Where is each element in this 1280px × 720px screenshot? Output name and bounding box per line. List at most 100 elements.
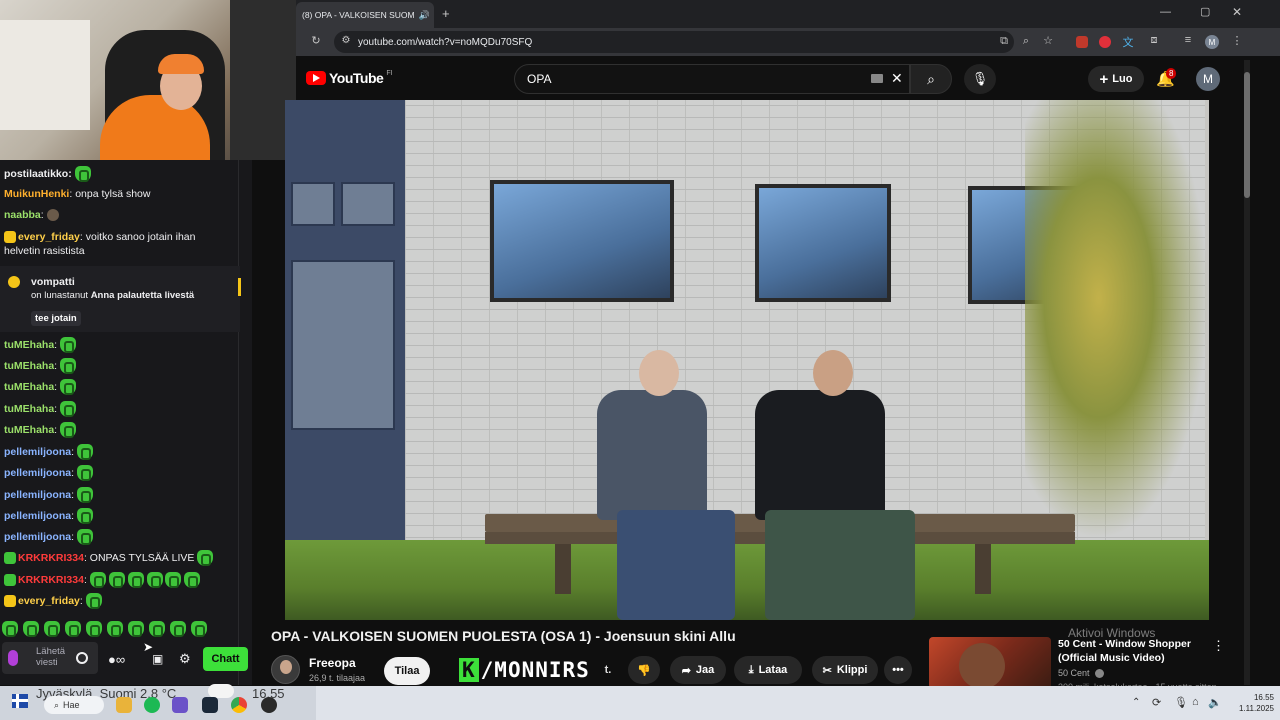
chat-input-placeholder: Lähetä viesti (36, 646, 66, 668)
spotify-icon[interactable] (144, 697, 160, 713)
chat-message: tuMEhaha: (4, 337, 77, 353)
browser-tab[interactable]: (8) OPA - VALKOISEN SUOM 🔊 ✕ (296, 2, 434, 28)
extension-icon[interactable] (1076, 36, 1088, 48)
translate-extension-icon[interactable]: 文 (1120, 34, 1136, 50)
cast-icon[interactable]: ⧉ (996, 35, 1012, 48)
chat-username: pellemiljoona (4, 445, 72, 458)
clip-button[interactable]: ✂ Klippi (812, 656, 878, 684)
chat-message: MuikunHenki: onpa tylsä show (4, 188, 151, 200)
new-tab-icon[interactable]: + (442, 6, 450, 21)
tab-search-icon[interactable]: ≡ (1180, 34, 1196, 46)
frog-emote-icon[interactable] (2, 621, 18, 637)
maximize-icon[interactable]: ▢ (1200, 5, 1210, 18)
frog-emote-icon[interactable] (107, 621, 123, 637)
tab-title: (8) OPA - VALKOISEN SUOM (302, 10, 415, 20)
frog-emote-icon (76, 444, 93, 460)
microphone-icon[interactable] (8, 650, 18, 666)
minimize-icon[interactable]: — (1160, 6, 1171, 18)
video-tree (1025, 100, 1209, 540)
network-icon[interactable]: ⌂ (1192, 696, 1199, 708)
emoji-icon[interactable] (76, 652, 88, 664)
chat-username: tuMEhaha (4, 380, 55, 393)
settings-gear-icon[interactable]: ⚙ (179, 651, 191, 667)
taskbar-clock[interactable]: 16.55 1.11.2025 (1222, 692, 1274, 714)
share-icon: ➦ (681, 664, 691, 677)
frog-emote-icon[interactable] (191, 621, 207, 637)
video-player[interactable] (285, 100, 1209, 620)
adblock-extension-icon[interactable] (1099, 36, 1111, 48)
emote-bar[interactable] (2, 621, 238, 639)
chrome-icon[interactable] (231, 697, 247, 713)
profile-avatar-icon[interactable]: M (1205, 35, 1219, 49)
file-explorer-icon[interactable] (116, 697, 132, 713)
chat-message: naabba: (4, 208, 61, 222)
bits-icon[interactable]: ●∞ (108, 652, 125, 667)
chat-message: tuMEhaha: (4, 401, 77, 417)
subscribe-button[interactable]: Tilaa (384, 657, 430, 685)
frog-emote-icon (197, 550, 214, 566)
frog-emote-icon[interactable] (170, 621, 186, 637)
voice-search-button[interactable]: 🎙 (964, 64, 996, 94)
channel-avatar[interactable] (271, 655, 300, 684)
download-icon: ⤓ (748, 663, 754, 676)
frog-emote-icon[interactable] (44, 621, 60, 637)
zoom-icon[interactable]: ⌕ (1018, 35, 1034, 48)
chat-message: every_friday: voitko sanoo jotain ihan (4, 230, 195, 244)
bookmark-star-icon[interactable]: ☆ (1040, 34, 1056, 47)
frog-emote-icon (76, 465, 93, 481)
verified-icon (1095, 669, 1105, 679)
tray-mic-icon[interactable]: 🎙 (1174, 696, 1188, 709)
frog-emote-icon[interactable] (128, 621, 144, 637)
frog-emote-icon (165, 572, 182, 588)
video-man-right (755, 350, 915, 620)
more-actions-button[interactable]: ••• (884, 656, 912, 684)
frog-emote-icon[interactable] (23, 621, 39, 637)
tray-app-icon[interactable]: ⟳ (1152, 696, 1161, 709)
address-bar[interactable]: youtube.com/watch?v=noMQDu70SFQ (334, 31, 1014, 53)
chat-message: KRKRKRI334: ONPAS TYLSÄÄ LIVE (4, 550, 214, 566)
frog-emote-icon[interactable] (149, 621, 165, 637)
scrollbar-thumb[interactable] (1244, 72, 1250, 198)
share-button[interactable]: ➦ Jaa (670, 656, 726, 684)
gift-icon[interactable]: ▣ (152, 652, 163, 666)
dislike-button[interactable]: 👎 (628, 656, 660, 684)
recommended-title[interactable]: 50 Cent - Window Shopper (Official Music… (1058, 637, 1218, 665)
frog-emote-icon (60, 379, 77, 395)
close-window-icon[interactable]: ✕ (1232, 5, 1242, 19)
create-button[interactable]: + Luo (1088, 66, 1144, 92)
discord-icon[interactable] (172, 697, 188, 713)
chat-username: every_friday (18, 594, 80, 607)
taskbar-search[interactable]: ⌕ Hae (44, 696, 104, 714)
keyboard-icon[interactable] (871, 74, 883, 83)
search-button[interactable]: ⌕ (910, 64, 952, 94)
clear-search-icon[interactable]: ✕ (891, 70, 903, 87)
chat-message: pellemiljoona: (4, 465, 93, 481)
channel-point-redeem: vompatti on lunastanut Anna palautetta l… (0, 266, 240, 332)
extensions-puzzle-icon[interactable]: ⧈ (1146, 34, 1162, 47)
chat-text: voitko sanoo jotain ihan (85, 231, 196, 243)
tray-chevron-icon[interactable]: ⌃ (1132, 697, 1140, 708)
recommended-menu-icon[interactable]: ⋮ (1212, 638, 1225, 654)
youtube-logo[interactable]: YouTube FI (306, 70, 393, 86)
chat-input[interactable]: Lähetä viesti (2, 642, 98, 674)
frog-emote-icon[interactable] (86, 621, 102, 637)
steam-icon[interactable] (202, 697, 218, 713)
search-input[interactable]: OPA ✕ (514, 64, 910, 94)
frog-emote-icon (76, 529, 93, 545)
browser-menu-icon[interactable]: ⋮ (1229, 34, 1245, 47)
site-info-icon[interactable]: ⚙ (338, 35, 354, 46)
channel-name[interactable]: Freeopa (309, 656, 356, 670)
obs-icon[interactable] (261, 697, 277, 713)
recommended-thumbnail[interactable] (929, 637, 1051, 689)
volume-icon[interactable]: 🔈 (1208, 696, 1222, 709)
reload-icon[interactable]: ↻ (308, 34, 324, 47)
sub-badge-icon (4, 552, 16, 564)
frog-emote-icon[interactable] (65, 621, 81, 637)
frog-emote-icon (108, 572, 125, 588)
video-blue-facade (285, 100, 405, 550)
speaker-icon[interactable]: 🔊 (419, 10, 430, 21)
account-avatar[interactable]: M (1196, 67, 1220, 91)
chat-username: tuMEhaha (4, 338, 55, 351)
download-button[interactable]: ⤓ Lataa (734, 656, 802, 684)
chat-send-button[interactable]: Chatt (203, 647, 248, 671)
